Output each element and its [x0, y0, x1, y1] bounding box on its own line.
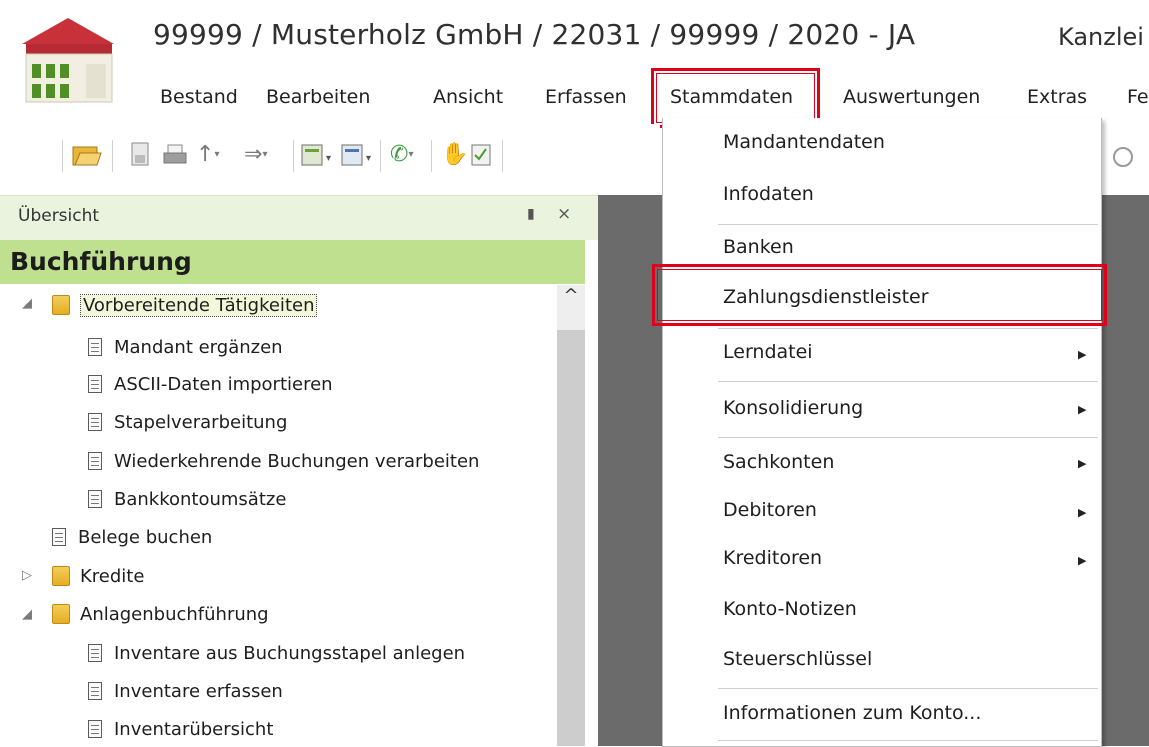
- menu-bearbeiten[interactable]: Bearbeiten: [266, 86, 370, 108]
- print-icon[interactable]: [162, 143, 188, 167]
- collapse-arrow-icon[interactable]: ◢: [22, 607, 32, 622]
- menu-separator: [718, 224, 1098, 225]
- submenu-arrow-icon: ▶: [1078, 506, 1087, 519]
- pin-icon[interactable]: ▮: [527, 206, 535, 222]
- tree-item-doc[interactable]: Mandant ergänzen: [88, 330, 283, 364]
- tree-item-doc[interactable]: ASCII-Daten importieren: [88, 367, 333, 401]
- tree-item-label: Stapelverarbeitung: [114, 411, 288, 433]
- folder-icon: [52, 566, 70, 586]
- menu-separator: [718, 688, 1098, 689]
- menu-item-infodaten[interactable]: Infodaten: [723, 183, 814, 205]
- tree-item-label: Mandant ergänzen: [114, 336, 283, 358]
- tree-item-label: Kredite: [80, 565, 145, 587]
- tree-item-doc[interactable]: Inventare erfassen: [88, 674, 283, 708]
- folder-icon: [52, 295, 70, 315]
- tree-item-doc[interactable]: Bankkontoumsätze: [88, 482, 286, 516]
- tree-item-label: Bankkontoumsätze: [114, 488, 287, 510]
- folder-icon: [52, 604, 70, 624]
- expand-arrow-icon[interactable]: ▷: [22, 568, 32, 583]
- toolbar-separator: [431, 140, 432, 172]
- tree-item-label: Inventare aus Buchungsstapel anlegen: [114, 642, 466, 664]
- document-icon: [88, 375, 102, 393]
- menu-item-lerndatei[interactable]: Lerndatei: [723, 341, 813, 363]
- handshake-icon[interactable]: ✋: [441, 140, 468, 168]
- window-title: 99999 / Musterholz GmbH / 22031 / 99999 …: [153, 18, 916, 51]
- open-folder-icon[interactable]: [72, 141, 102, 167]
- arrow-right-icon[interactable]: ⇒ ▾: [244, 140, 267, 168]
- menu-item-konsolidierung[interactable]: Konsolidierung: [723, 397, 863, 419]
- close-icon[interactable]: ×: [557, 204, 571, 224]
- svg-text:▾: ▾: [366, 153, 371, 164]
- menu-item-steuerschluessel[interactable]: Steuerschlüssel: [723, 648, 872, 670]
- phone-icon[interactable]: ✆ ▾: [390, 140, 413, 168]
- document-icon: [52, 528, 66, 546]
- document-icon: [88, 413, 102, 431]
- menu-auswertungen[interactable]: Auswertungen: [843, 86, 980, 108]
- toolbar-separator: [293, 140, 294, 172]
- section-title: Buchführung: [0, 240, 585, 284]
- menu-separator: [718, 740, 1098, 741]
- section-title-label: Buchführung: [10, 247, 192, 276]
- toolbar-separator: [112, 140, 113, 172]
- tree-item-label: ASCII-Daten importieren: [114, 373, 333, 395]
- menu-item-kreditoren[interactable]: Kreditoren: [723, 547, 822, 569]
- overview-panel-header: Übersicht: [0, 195, 598, 240]
- menu-erfassen[interactable]: Erfassen: [545, 86, 627, 108]
- arrow-up-icon[interactable]: ↑ ▾: [196, 140, 219, 168]
- save-icon[interactable]: [130, 141, 150, 167]
- menu-bestand[interactable]: Bestand: [160, 86, 238, 108]
- collapse-arrow-icon[interactable]: ◢: [22, 296, 32, 311]
- tree-item-label: Belege buchen: [78, 526, 213, 548]
- submenu-arrow-icon: ▶: [1078, 403, 1087, 416]
- tree-item-label: Inventarübersicht: [114, 718, 274, 740]
- table-icon[interactable]: ▾: [340, 143, 376, 167]
- menu-item-mandantendaten[interactable]: Mandantendaten: [723, 131, 885, 153]
- submenu-arrow-icon: ▶: [1078, 457, 1087, 470]
- toolbar-separator: [380, 140, 381, 172]
- tree-item-label: Wiederkehrende Buchungen verarbeiten: [114, 450, 480, 472]
- toolbar-separator: [502, 140, 503, 172]
- tree-item-folder[interactable]: Kredite: [52, 559, 144, 593]
- document-icon: [88, 682, 102, 700]
- app-logo-icon: [22, 18, 114, 103]
- window-title-right: Kanzlei: [1058, 23, 1144, 51]
- document-icon: [88, 452, 102, 470]
- toolbar-grip: [62, 140, 63, 172]
- document-icon: [88, 490, 102, 508]
- tree-item-folder[interactable]: Vorbereitende Tätigkeiten: [52, 288, 318, 322]
- tree-item-doc[interactable]: Belege buchen: [52, 520, 212, 554]
- menu-separator: [718, 328, 1098, 329]
- svg-text:▾: ▾: [326, 153, 331, 164]
- submenu-arrow-icon: ▶: [1078, 348, 1087, 361]
- document-icon: [88, 720, 102, 738]
- menu-item-banken[interactable]: Banken: [723, 236, 794, 258]
- tree-item-doc[interactable]: Stapelverarbeitung: [88, 405, 287, 439]
- document-icon: [88, 338, 102, 356]
- menu-item-debitoren[interactable]: Debitoren: [723, 499, 817, 521]
- menu-separator: [718, 381, 1098, 382]
- highlight-box-zahlungsdienstleister: [652, 264, 1107, 326]
- checklist-icon[interactable]: [470, 143, 494, 167]
- menu-item-informationen-zum-konto[interactable]: Informationen zum Konto...: [723, 702, 981, 724]
- tree-item-doc[interactable]: Inventarübersicht: [88, 712, 273, 746]
- clock-icon[interactable]: [1113, 147, 1133, 167]
- sheet-icon[interactable]: ▾: [300, 143, 336, 167]
- menu-separator: [718, 437, 1098, 438]
- menu-ansicht[interactable]: Ansicht: [433, 86, 503, 108]
- overview-panel-title: Übersicht: [18, 206, 100, 226]
- menu-fenster[interactable]: Fe: [1127, 86, 1149, 108]
- tree-item-doc[interactable]: Wiederkehrende Buchungen verarbeiten: [88, 444, 479, 478]
- menu-item-sachkonten[interactable]: Sachkonten: [723, 451, 834, 473]
- tree-item-label: Anlagenbuchführung: [80, 603, 269, 625]
- tree-item-label: Vorbereitende Tätigkeiten: [80, 293, 318, 317]
- tree-item-label: Inventare erfassen: [114, 680, 283, 702]
- tree-item-doc[interactable]: Inventare aus Buchungsstapel anlegen: [88, 636, 465, 670]
- menu-extras[interactable]: Extras: [1027, 86, 1087, 108]
- scroll-up-arrow-icon[interactable]: ^: [557, 285, 585, 315]
- document-icon: [88, 644, 102, 662]
- tree-item-folder[interactable]: Anlagenbuchführung: [52, 597, 269, 631]
- menu-item-konto-notizen[interactable]: Konto-Notizen: [723, 598, 857, 620]
- scrollbar-thumb[interactable]: [557, 330, 585, 746]
- submenu-arrow-icon: ▶: [1078, 554, 1087, 567]
